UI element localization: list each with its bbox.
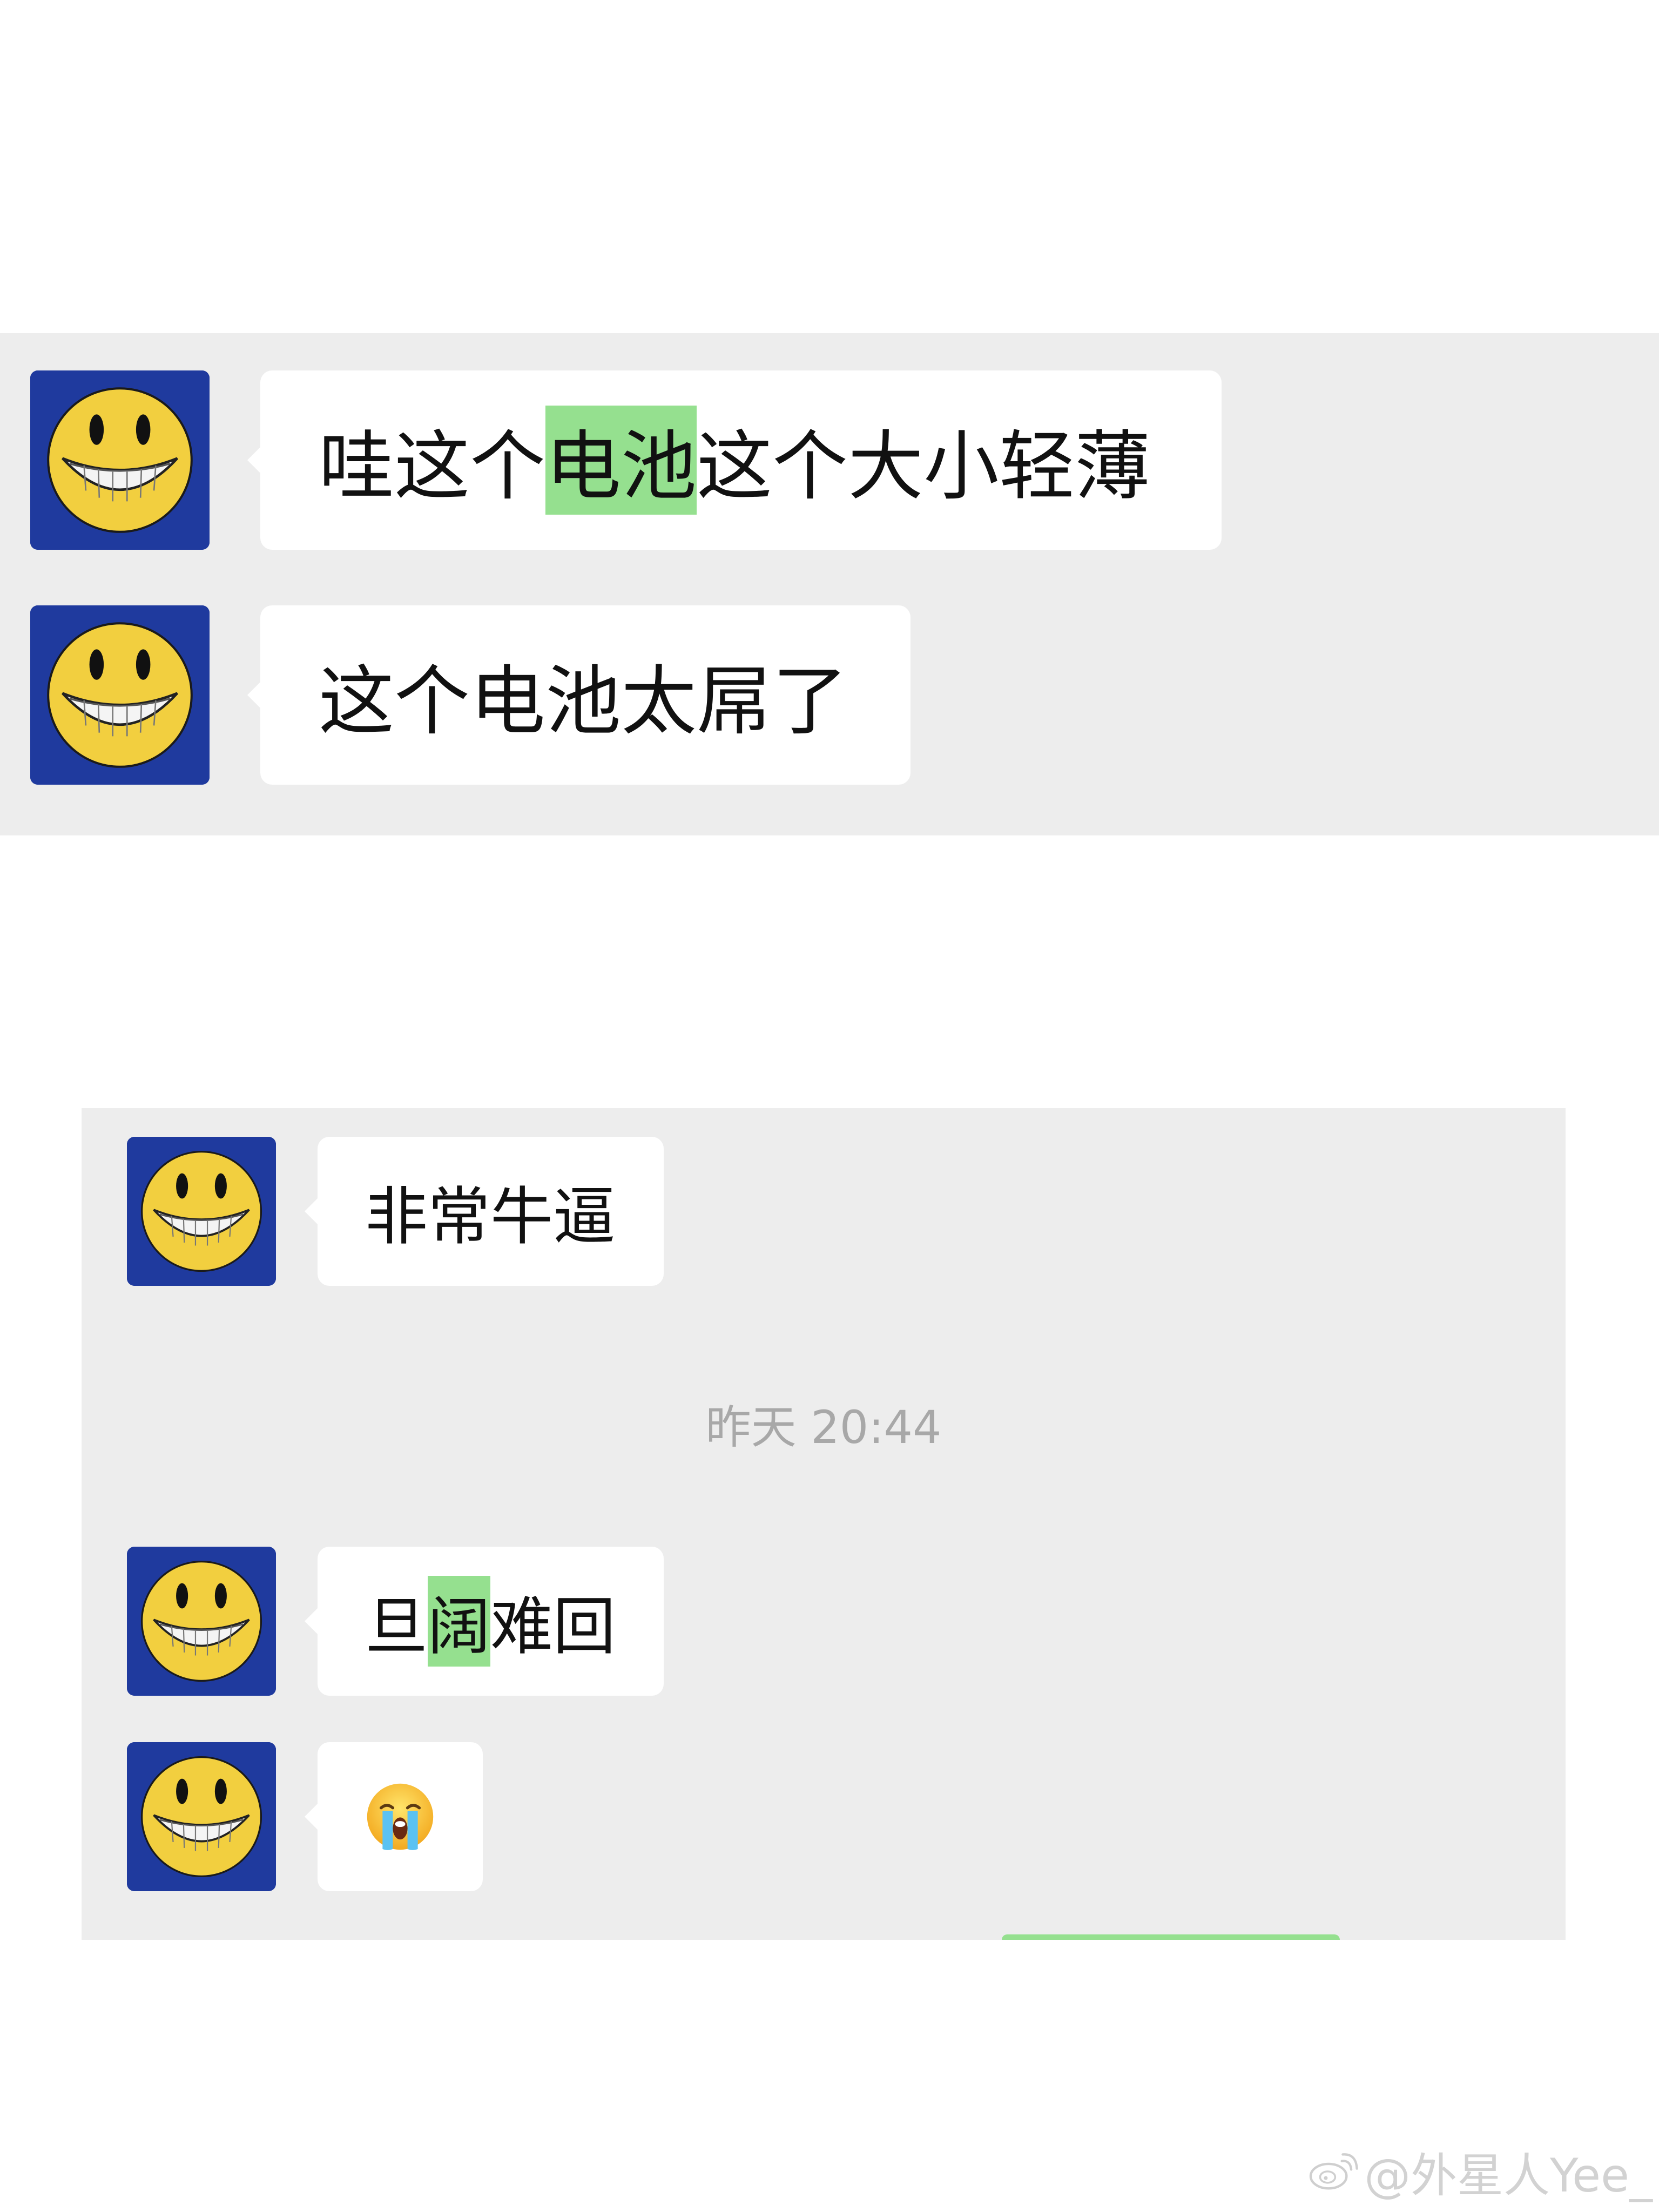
highlighted-text: 电池 — [545, 406, 697, 515]
message-bubble[interactable]: 非常牛逼 — [305, 1137, 664, 1286]
message-row: 这个电池太屌了 — [30, 605, 948, 785]
loudly-crying-face-icon — [367, 1783, 434, 1850]
avatar[interactable] — [127, 1742, 276, 1891]
message-bubble[interactable]: 旦阔难回 — [305, 1547, 664, 1696]
grinning-smiley-avatar-icon — [127, 1137, 276, 1286]
message-row — [127, 1742, 559, 1891]
grinning-smiley-avatar-icon — [127, 1547, 276, 1696]
grinning-smiley-avatar-icon — [30, 370, 210, 550]
grinning-smiley-avatar-icon — [127, 1742, 276, 1891]
avatar[interactable] — [127, 1547, 276, 1696]
message-bubble[interactable] — [305, 1742, 483, 1891]
grinning-smiley-avatar-icon — [30, 605, 210, 785]
message-text: 难回 — [490, 1590, 616, 1663]
message-row: 非常牛逼 — [127, 1137, 775, 1286]
weibo-logo-icon — [1309, 2153, 1358, 2190]
avatar[interactable] — [30, 605, 210, 785]
avatar[interactable] — [127, 1137, 276, 1286]
message-text: 哇这个 — [319, 423, 546, 511]
message-text: 这个大小轻薄 — [697, 423, 1151, 511]
outgoing-bubble-edge — [1002, 1934, 1340, 1940]
message-text: 这个电池太屌了 — [319, 658, 848, 746]
timestamp: 昨天 20:44 — [705, 1401, 942, 1454]
message-bubble[interactable]: 哇这个 电池 这个大小轻薄 — [247, 370, 1222, 550]
message-text: 非常牛逼 — [365, 1181, 616, 1253]
chat-panel-top: 哇这个 电池 这个大小轻薄 这个电池太屌了 — [0, 333, 1659, 835]
avatar[interactable] — [30, 370, 210, 550]
message-text: 旦 — [365, 1590, 428, 1663]
message-row: 哇这个 电池 这个大小轻薄 — [30, 370, 1222, 550]
watermark: @外星人Yee_ — [1307, 2139, 1653, 2203]
chat-panel-bottom: 非常牛逼 昨天 20:44 旦阔难回 — [82, 1108, 1566, 1940]
watermark-text: @外星人Yee_ — [1364, 2148, 1653, 2203]
message-row: 旦阔难回 — [127, 1547, 775, 1696]
message-bubble[interactable]: 这个电池太屌了 — [247, 605, 911, 785]
highlighted-text: 阔 — [428, 1576, 490, 1667]
